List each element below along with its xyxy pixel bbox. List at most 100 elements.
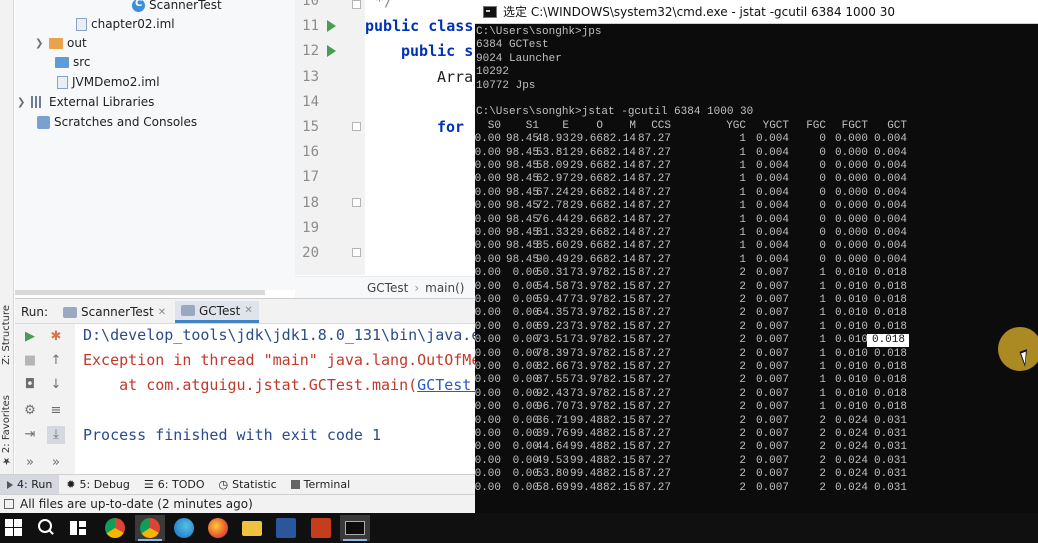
cmd-line: 10292: [476, 66, 510, 79]
tab-run[interactable]: 4: Run: [0, 474, 60, 495]
console-line: D:\develop_tools\jdk\jdk1.8.0_131\bin\ja…: [83, 326, 475, 344]
iml-file-icon: [57, 75, 68, 89]
console-error-line: at com.atguigu.jstat.GCTest.main(GCTest.…: [83, 376, 475, 394]
chrome-icon[interactable]: [140, 518, 160, 538]
cmd-icon: [483, 5, 497, 18]
breadcrumb-item[interactable]: GCTest: [367, 281, 408, 295]
table-cell: 0.004: [873, 160, 907, 172]
fold-marker-icon[interactable]: [352, 122, 361, 131]
tab-todo[interactable]: ☰ 6: TODO: [137, 475, 212, 495]
breadcrumb-item[interactable]: main(): [425, 281, 464, 295]
fold-marker-icon[interactable]: [352, 198, 361, 207]
stack-trace-link[interactable]: GCTest.j: [417, 376, 475, 394]
more-icon[interactable]: »: [21, 454, 39, 472]
arrow-down-icon[interactable]: ↓: [47, 376, 65, 394]
chevron-right-icon[interactable]: ❯: [17, 97, 27, 108]
table-cell: 2: [819, 454, 826, 467]
table-cell: 1: [739, 160, 746, 172]
fold-marker-icon[interactable]: [352, 0, 361, 9]
console-output[interactable]: D:\develop_tools\jdk\jdk1.8.0_131\bin\ja…: [75, 324, 475, 474]
table-cell: 2: [819, 414, 826, 427]
cmd-titlebar[interactable]: 选定 C:\WINDOWS\system32\cmd.exe - jstat -…: [475, 0, 1038, 24]
table-cell: 87.27: [637, 307, 671, 320]
tab-gctest[interactable]: GCTest ✕: [175, 301, 259, 323]
tree-item-scratches[interactable]: Scratches and Consoles: [37, 112, 197, 132]
tab-scannertest[interactable]: ScannerTest ✕: [57, 301, 172, 323]
table-cell: 2: [819, 481, 826, 494]
tree-item-src[interactable]: src: [55, 52, 91, 72]
word-icon[interactable]: [276, 518, 296, 538]
task-view-icon[interactable]: [68, 518, 88, 538]
tree-item-out[interactable]: ❯ out: [35, 33, 87, 53]
code-editor[interactable]: */ public class public s Arra for: [365, 0, 475, 275]
table-cell: 0.000: [834, 227, 868, 239]
file-explorer-icon[interactable]: [242, 521, 262, 536]
run-gutter-icon[interactable]: [327, 45, 336, 57]
table-cell: 87.27: [637, 441, 671, 454]
tree-item-label: chapter02.iml: [91, 17, 175, 31]
table-cell: 0.031: [873, 468, 907, 481]
chrome-icon[interactable]: [105, 518, 125, 538]
code-keyword: public s: [401, 42, 474, 60]
stop-icon[interactable]: ■: [21, 352, 39, 370]
close-icon[interactable]: ✕: [244, 305, 252, 316]
cmd-console[interactable]: C:\Users\songhk>jps 6384 GCTest 9024 Launc…: [475, 24, 1038, 513]
cmd-icon[interactable]: [345, 521, 365, 535]
scroll-to-end-icon[interactable]: ⤓: [47, 426, 65, 444]
table-cell: 0.024: [834, 468, 868, 481]
table-cell: 0.031: [873, 441, 907, 454]
firefox-icon[interactable]: [208, 518, 228, 538]
tree-item-external-libraries[interactable]: ❯ External Libraries: [17, 92, 154, 112]
table-cell: 87.27: [637, 253, 671, 266]
rerun-icon[interactable]: ▶: [21, 328, 39, 346]
more-icon[interactable]: »: [47, 454, 65, 472]
table-cell: 1: [739, 213, 746, 226]
tab-statistic[interactable]: ◷ Statistic: [212, 475, 284, 495]
table-cell: 0.010: [834, 307, 868, 320]
table-cell: 2: [739, 441, 746, 454]
search-icon[interactable]: [36, 518, 56, 538]
tab-terminal[interactable]: Terminal: [284, 475, 358, 495]
table-cell: 1: [819, 387, 826, 400]
powerpoint-icon[interactable]: [311, 518, 331, 538]
table-cell: 87.27: [637, 213, 671, 226]
tree-item-jvmdemo2-iml[interactable]: JVMDemo2.iml: [57, 72, 160, 92]
libraries-icon: [31, 96, 45, 108]
table-cell: 0.000: [834, 160, 868, 172]
run-title: Run:: [21, 305, 49, 319]
table-header-cell: YGC: [726, 119, 746, 132]
ide-window: Z: Structure 2: Favorites ★ ScannerTest …: [0, 0, 475, 513]
tree-item-scannertest[interactable]: ScannerTest: [132, 0, 222, 15]
favorites-tool-button[interactable]: 2: Favorites: [1, 395, 12, 453]
tree-item-label: Scratches and Consoles: [54, 115, 198, 129]
table-cell: 0.000: [834, 186, 868, 199]
settings-icon[interactable]: ⚙: [21, 402, 39, 420]
cmd-line: C:\Users\songhk>jps: [476, 26, 602, 38]
tree-item-chapter02-iml[interactable]: chapter02.iml: [76, 14, 175, 34]
table-cell: 0: [819, 240, 826, 253]
run-gutter-icon[interactable]: [327, 20, 336, 32]
table-cell: 0.031: [873, 428, 907, 440]
debug-icon[interactable]: ✱: [47, 328, 65, 346]
close-icon[interactable]: ✕: [158, 307, 166, 318]
line-number: 10: [302, 0, 319, 9]
arrow-up-icon[interactable]: ↑: [47, 352, 65, 370]
table-cell: 0.004: [873, 173, 907, 186]
status-toggle-icon[interactable]: [4, 499, 14, 509]
tab-debug[interactable]: ✹ 5: Debug: [59, 475, 137, 495]
exit-icon[interactable]: ⇥: [21, 426, 39, 444]
horizontal-scrollbar[interactable]: [15, 290, 265, 295]
status-text: All files are up-to-date (2 minutes ago): [20, 497, 253, 511]
structure-tool-button[interactable]: Z: Structure: [1, 305, 12, 365]
soft-wrap-icon[interactable]: ≡: [47, 402, 65, 420]
taskbar: [0, 513, 1038, 543]
edge-icon[interactable]: [174, 518, 194, 538]
chevron-right-icon[interactable]: ❯: [35, 38, 45, 49]
folder-icon: [49, 37, 63, 49]
camera-icon[interactable]: ◘: [21, 376, 39, 394]
fold-marker-icon[interactable]: [352, 248, 361, 257]
table-cell: 0.004: [873, 227, 907, 239]
table-cell: 0: [819, 253, 826, 266]
status-bar: All files are up-to-date (2 minutes ago): [0, 494, 475, 513]
start-icon[interactable]: [4, 518, 24, 538]
